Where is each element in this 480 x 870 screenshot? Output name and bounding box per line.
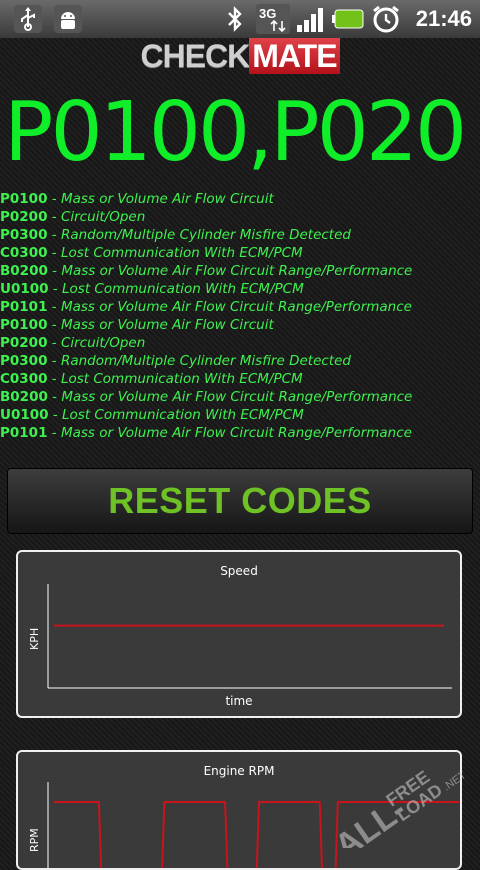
speed-y-label: KPH bbox=[28, 627, 41, 650]
fault-code: C0300 bbox=[0, 245, 48, 261]
code-description: Mass or Volume Air Flow Circuit bbox=[60, 191, 274, 207]
fault-code: P0101 bbox=[0, 299, 48, 315]
code-description: Lost Communication With ECM/PCM bbox=[62, 407, 304, 423]
fault-code: P0101 bbox=[0, 425, 48, 441]
code-description: Mass or Volume Air Flow Circuit Range/Pe… bbox=[61, 263, 413, 279]
code-list-item: U0100 - Lost Communication With ECM/PCM bbox=[0, 280, 480, 298]
fault-code: P0200 bbox=[0, 335, 48, 351]
signal-icon bbox=[294, 3, 328, 35]
code-list: P0100 - Mass or Volume Air Flow Circuit P… bbox=[0, 190, 480, 442]
reset-codes-label: RESET CODES bbox=[108, 480, 372, 521]
code-separator: - bbox=[47, 335, 61, 351]
logo-mate-text: MATE bbox=[249, 38, 340, 74]
code-description: Mass or Volume Air Flow Circuit Range/Pe… bbox=[61, 389, 413, 405]
fault-code: P0300 bbox=[0, 353, 48, 369]
speed-chart-title: Speed bbox=[220, 564, 258, 578]
code-separator: - bbox=[47, 425, 61, 441]
fault-code: U0100 bbox=[0, 281, 49, 297]
alarm-icon bbox=[370, 3, 402, 35]
code-separator: - bbox=[48, 281, 63, 297]
status-bar: 3G 21:46 bbox=[0, 0, 480, 38]
code-separator: - bbox=[47, 353, 61, 369]
code-description: Circuit/Open bbox=[60, 335, 146, 351]
fault-code: U0100 bbox=[0, 407, 49, 423]
code-list-item: B0200 - Mass or Volume Air Flow Circuit … bbox=[0, 262, 480, 280]
fault-code: B0200 bbox=[0, 389, 48, 405]
code-list-item: P0300 - Random/Multiple Cylinder Misfire… bbox=[0, 226, 480, 244]
code-description: Mass or Volume Air Flow Circuit Range/Pe… bbox=[60, 299, 412, 315]
active-codes-display: P0100,P020 bbox=[4, 85, 467, 180]
engine-rpm-chart: Engine RPM RPM bbox=[16, 750, 462, 870]
rpm-y-label: RPM bbox=[28, 828, 41, 852]
speed-chart: Speed time KPH bbox=[16, 550, 462, 718]
code-separator: - bbox=[47, 209, 61, 225]
code-description: Lost Communication With ECM/PCM bbox=[62, 281, 304, 297]
status-time: 21:46 bbox=[415, 6, 472, 31]
code-list-item: B0200 - Mass or Volume Air Flow Circuit … bbox=[0, 388, 480, 406]
code-description: Mass or Volume Air Flow Circuit Range/Pe… bbox=[60, 425, 412, 441]
bluetooth-icon bbox=[222, 3, 248, 35]
rpm-series-line bbox=[54, 801, 460, 868]
code-description: Lost Communication With ECM/PCM bbox=[60, 371, 303, 387]
code-description: Random/Multiple Cylinder Misfire Detecte… bbox=[60, 353, 351, 369]
logo-check-text: CHECK bbox=[140, 38, 250, 74]
code-list-item: P0101 - Mass or Volume Air Flow Circuit … bbox=[0, 424, 480, 442]
code-separator: - bbox=[47, 389, 62, 405]
usb-icon bbox=[12, 3, 44, 35]
fault-code: C0300 bbox=[0, 371, 48, 387]
rpm-chart-title: Engine RPM bbox=[203, 764, 275, 778]
code-separator: - bbox=[47, 299, 61, 315]
code-list-item: P0100 - Mass or Volume Air Flow Circuit bbox=[0, 190, 480, 208]
reset-codes-button[interactable]: RESET CODES bbox=[7, 468, 473, 534]
fault-code: B0200 bbox=[0, 263, 48, 279]
fault-code: P0300 bbox=[0, 227, 48, 243]
speed-x-label: time bbox=[225, 694, 253, 708]
code-description: Circuit/Open bbox=[60, 209, 146, 225]
app-logo: CHECKMATE bbox=[0, 38, 480, 74]
code-description: Mass or Volume Air Flow Circuit bbox=[60, 317, 274, 333]
fault-code: P0100 bbox=[0, 191, 48, 207]
code-description: Random/Multiple Cylinder Misfire Detecte… bbox=[60, 227, 351, 243]
battery-icon bbox=[332, 3, 366, 35]
code-separator: - bbox=[47, 317, 61, 333]
code-list-item: P0200 - Circuit/Open bbox=[0, 208, 480, 226]
network-3g-icon: 3G bbox=[256, 3, 290, 35]
network-label: 3G bbox=[259, 6, 276, 21]
code-list-item: P0200 - Circuit/Open bbox=[0, 334, 480, 352]
code-separator: - bbox=[47, 191, 61, 207]
code-separator: - bbox=[47, 263, 62, 279]
code-list-item: P0100 - Mass or Volume Air Flow Circuit bbox=[0, 316, 480, 334]
fault-code: P0100 bbox=[0, 317, 48, 333]
code-list-item: P0300 - Random/Multiple Cylinder Misfire… bbox=[0, 352, 480, 370]
code-list-item: P0101 - Mass or Volume Air Flow Circuit … bbox=[0, 298, 480, 316]
code-separator: - bbox=[47, 227, 61, 243]
code-list-item: C0300 - Lost Communication With ECM/PCM bbox=[0, 244, 480, 262]
code-description: Lost Communication With ECM/PCM bbox=[60, 245, 303, 261]
code-separator: - bbox=[48, 407, 63, 423]
code-list-item: C0300 - Lost Communication With ECM/PCM bbox=[0, 370, 480, 388]
fault-code: P0200 bbox=[0, 209, 48, 225]
code-list-item: U0100 - Lost Communication With ECM/PCM bbox=[0, 406, 480, 424]
code-separator: - bbox=[47, 245, 61, 261]
code-separator: - bbox=[47, 371, 61, 387]
android-debug-icon bbox=[52, 3, 84, 35]
